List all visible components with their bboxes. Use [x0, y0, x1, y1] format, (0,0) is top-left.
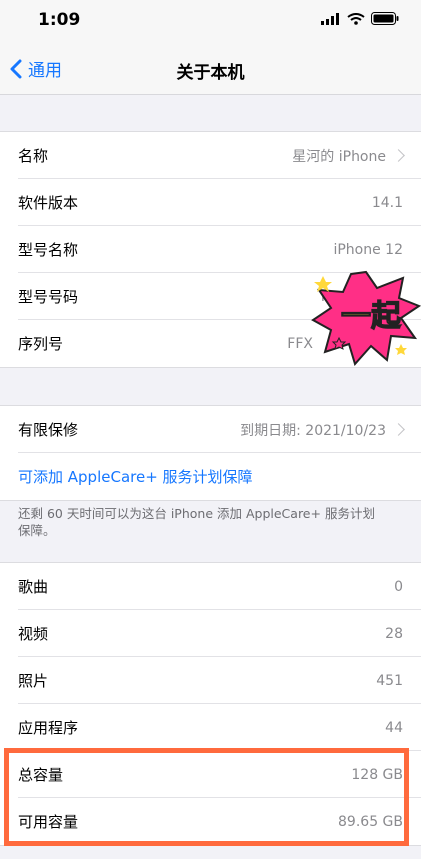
model-number-label: 型号号码: [18, 288, 79, 306]
photos-label: 照片: [18, 672, 49, 690]
page-title: 关于本机: [176, 63, 245, 83]
media-storage-group: 歌曲 0 视频 28 照片 451 应用程序 44 总容量 128 GB 可用容…: [0, 562, 421, 846]
model-name-row: 型号名称 iPhone 12: [0, 226, 421, 273]
battery-icon: [371, 12, 399, 25]
warranty-row[interactable]: 有限保修 到期日期: 2021/10/23: [0, 406, 421, 453]
software-version-row[interactable]: 软件版本 14.1: [0, 179, 421, 226]
available-capacity-label: 可用容量: [18, 813, 79, 831]
sticker-graphic: 一起: [311, 270, 421, 366]
name-label: 名称: [18, 147, 49, 165]
total-capacity-label: 总容量: [18, 766, 64, 784]
warranty-group: 有限保修 到期日期: 2021/10/23 可添加 AppleCare+ 服务计…: [0, 405, 421, 501]
signal-icon: [321, 12, 339, 25]
apps-value: 44: [385, 719, 403, 736]
serial-number-label: 序列号: [18, 335, 64, 353]
songs-row: 歌曲 0: [0, 563, 421, 610]
sticker-text: 一起: [341, 299, 402, 334]
applecare-note: 还剩 60 天时间可以为这台 iPhone 添加 AppleCare+ 服务计划…: [18, 506, 375, 538]
model-name-label: 型号名称: [18, 241, 79, 259]
chevron-right-icon: [392, 423, 405, 436]
total-capacity-value: 128 GB: [351, 766, 403, 783]
status-time: 1:09: [38, 10, 81, 30]
name-row[interactable]: 名称 星河的 iPhone: [0, 132, 421, 179]
videos-value: 28: [385, 625, 403, 642]
model-name-value: iPhone 12: [333, 241, 403, 258]
applecare-link-row[interactable]: 可添加 AppleCare+ 服务计划保障: [0, 453, 421, 500]
chevron-right-icon: [392, 149, 405, 162]
name-value: 星河的 iPhone: [292, 148, 386, 165]
status-icons: [321, 12, 399, 25]
songs-label: 歌曲: [18, 578, 49, 596]
software-version-label: 软件版本: [18, 194, 79, 212]
applecare-link[interactable]: 可添加 AppleCare+ 服务计划保障: [18, 466, 253, 487]
available-capacity-value: 89.65 GB: [338, 813, 403, 830]
videos-row: 视频 28: [0, 610, 421, 657]
wifi-icon: [347, 12, 365, 25]
videos-label: 视频: [18, 625, 49, 643]
available-capacity-row: 可用容量 89.65 GB: [0, 798, 421, 845]
warranty-value: 到期日期: 2021/10/23: [240, 422, 386, 439]
songs-value: 0: [394, 578, 403, 595]
serial-number-value: FFX: [287, 335, 313, 352]
photos-row: 照片 451: [0, 657, 421, 704]
apps-label: 应用程序: [18, 719, 79, 737]
status-bar: 1:09: [0, 0, 421, 44]
navigation-bar: 通用 关于本机: [0, 44, 421, 95]
photos-value: 451: [376, 672, 403, 689]
apps-row: 应用程序 44: [0, 704, 421, 751]
software-version-value: 14.1: [371, 194, 403, 211]
warranty-label: 有限保修: [18, 421, 79, 439]
total-capacity-row: 总容量 128 GB: [0, 751, 421, 798]
